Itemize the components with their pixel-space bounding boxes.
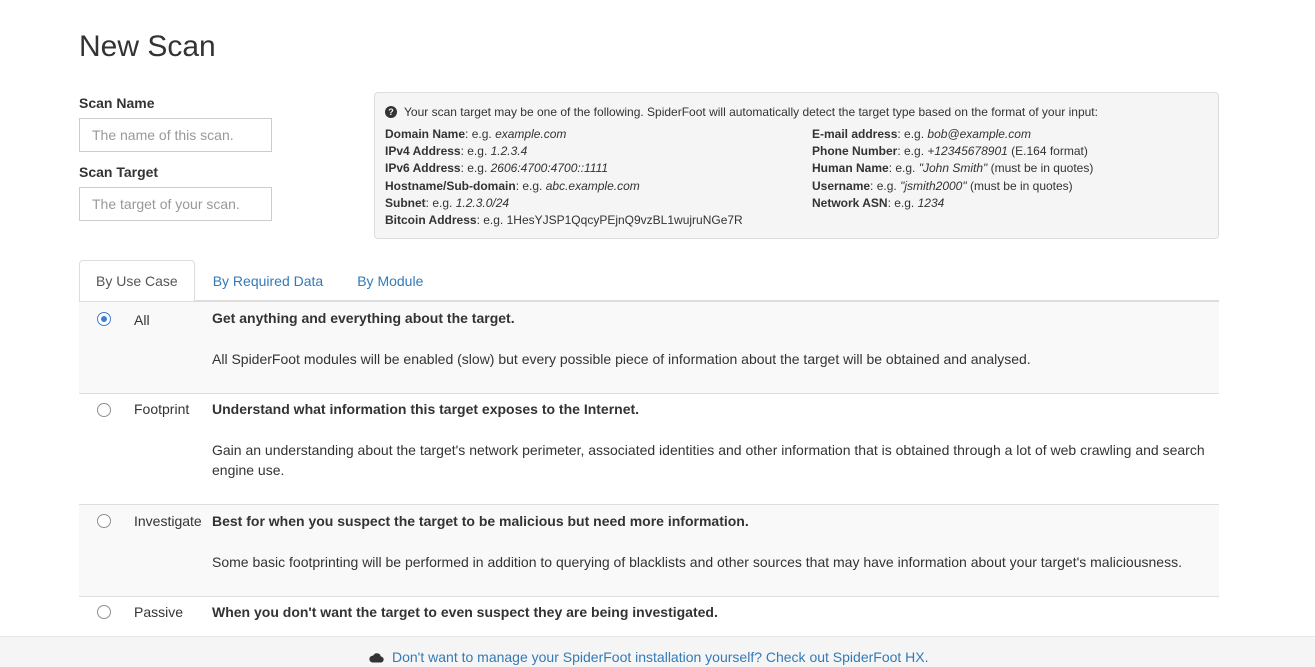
info-note: (must be in quotes) [987,161,1094,176]
info-separator: : e.g. [897,127,928,141]
info-separator: : e.g. [887,195,918,210]
usecase-description: Gain an understanding about the target's… [212,442,1205,478]
info-separator: : e.g. [425,195,456,210]
info-example: bob@example.com [927,127,1031,141]
info-line-left: Domain Name: e.g. example.com [385,126,812,143]
info-note: (must be in quotes) [966,178,1073,193]
page-title: New Scan [79,30,216,63]
usecase-row-investigate: Investigate Best for when you suspect the… [79,504,1219,596]
info-note: (E.164 format) [1007,144,1088,159]
info-line-left: Bitcoin Address: e.g. 1HesYJSP1QqcyPEjnQ… [385,212,812,229]
usecase-description: Some basic footprinting will be performe… [212,554,1182,570]
usecase-title: Best for when you suspect the target to … [212,513,749,529]
scan-name-label: Scan Name [79,95,155,111]
info-line-right: E-mail address: e.g. bob@example.com [812,126,1093,143]
usecase-title: When you don't want the target to even s… [212,604,718,620]
info-line-right: Username: e.g. "jsmith2000" (must be in … [812,178,1093,195]
usecase-title: Understand what information this target … [212,401,640,417]
info-type-label: Domain Name [385,127,466,141]
info-separator: : e.g. [460,144,491,159]
scan-tabs: By Use Case By Required Data By Module [79,260,1219,302]
info-type-label: Bitcoin Address [385,213,477,228]
footer: Don't want to manage your SpiderFoot ins… [0,636,1315,667]
usecase-radio-investigate[interactable] [97,514,111,528]
footer-link[interactable]: Don't want to manage your SpiderFoot ins… [369,649,929,665]
usecase-name: All [134,312,150,328]
info-type-label: E-mail address [812,127,898,141]
info-example: 1HesYJSP1QqcyPEjnQ9vzBL1wujruNGe7R [506,213,743,228]
info-line-left: IPv6 Address: e.g. 2606:4700:4700::1111 [385,160,812,177]
info-separator: : e.g. [888,161,919,176]
info-separator: : e.g. [465,127,496,141]
info-line-right: Phone Number: e.g. +12345678901 (E.164 f… [812,143,1093,160]
info-type-label: IPv4 Address [385,144,461,159]
info-type-label: Network ASN [812,195,888,210]
info-example: 1.2.3.0/24 [455,195,510,210]
info-intro: Your scan target may be one of the follo… [404,105,1098,119]
info-example: 1.2.3.4 [490,144,528,159]
info-right-column: E-mail address: e.g. bob@example.com Phon… [812,126,1093,229]
footer-link-text[interactable]: Don't want to manage your SpiderFoot ins… [392,649,929,665]
info-line-left: Hostname/Sub-domain: e.g. abc.example.co… [385,178,812,195]
info-type-label: Username [812,178,871,193]
info-line-left: Subnet: e.g. 1.2.3.0/24 [385,195,812,212]
info-example: "jsmith2000" [900,178,967,193]
info-separator: : e.g. [476,213,507,228]
info-example: abc.example.com [545,178,640,193]
scan-name-input[interactable] [79,118,272,152]
tab-by-required-data[interactable]: By Required Data [197,260,340,301]
info-separator: : e.g. [897,144,928,159]
info-example: 2606:4700:4700::1111 [490,161,609,176]
cloud-icon [369,652,384,663]
usecase-name: Footprint [134,401,190,417]
question-circle-icon: ? [385,106,397,118]
scan-target-label: Scan Target [79,164,159,180]
usecase-description: All SpiderFoot modules will be enabled (… [212,351,1031,367]
usecase-row-footprint: Footprint Understand what information thi… [79,393,1219,504]
usecase-radio-passive[interactable] [97,605,111,619]
info-type-label: IPv6 Address [385,161,461,176]
info-left-column: Domain Name: e.g. example.com IPv4 Addres… [385,126,812,229]
usecase-name: Investigate [134,513,202,529]
info-example: "John Smith" [918,161,988,176]
info-line-right: Human Name: e.g. "John Smith" (must be i… [812,160,1093,177]
usecase-radio-all[interactable] [97,312,111,326]
info-type-label: Subnet [385,195,426,210]
scan-target-input[interactable] [79,187,272,221]
info-type-label: Human Name [812,161,889,176]
tab-by-use-case[interactable]: By Use Case [79,260,195,302]
info-line-left: IPv4 Address: e.g. 1.2.3.4 [385,143,812,160]
usecase-title: Get anything and everything about the ta… [212,310,515,326]
info-type-label: Phone Number [812,144,898,159]
usecase-radio-footprint[interactable] [97,403,111,417]
info-line-right: Network ASN: e.g. 1234 [812,195,1093,212]
info-separator: : e.g. [460,161,491,176]
info-example: 1234 [917,195,945,210]
info-example: example.com [495,127,567,141]
info-example: +12345678901 [927,144,1008,159]
info-type-label: Hostname/Sub-domain [385,178,516,193]
target-types-info-box: ? Your scan target may be one of the fol… [374,92,1219,239]
tab-by-module[interactable]: By Module [341,260,439,301]
usecase-name: Passive [134,604,184,620]
info-separator: : e.g. [515,178,546,193]
info-separator: : e.g. [870,178,901,193]
usecase-row-passive: Passive When you don't want the target to… [79,596,1219,636]
usecase-row-all: All Get anything and everything about the… [79,301,1219,393]
